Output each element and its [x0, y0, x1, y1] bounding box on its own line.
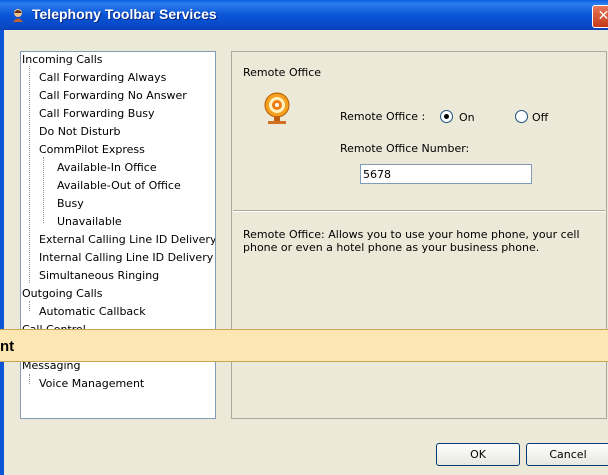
radio-on[interactable] [440, 110, 453, 123]
remote-office-icon [264, 92, 290, 124]
panel-divider [233, 210, 605, 212]
remote-office-number-input[interactable]: 5678 [360, 164, 532, 184]
window-frame-left [0, 30, 4, 475]
description-text: Remote Office: Allows you to use your ho… [243, 228, 580, 254]
ok-button[interactable]: OK [436, 443, 520, 466]
service-tree[interactable]: Incoming Calls Call Forwarding Always Ca… [20, 51, 216, 419]
window-title: Telephony Toolbar Services [32, 6, 217, 22]
tree-connector [29, 374, 30, 384]
app-icon [13, 9, 23, 22]
close-button[interactable]: ✕ [592, 5, 608, 28]
title-bar: Telephony Toolbar Services ✕ [0, 0, 608, 30]
overlay-banner: nt [0, 329, 608, 362]
tree-item-unavailable[interactable]: Unavailable [57, 215, 122, 228]
tree-item-voice-management[interactable]: Voice Management [39, 377, 144, 390]
tree-item-available-in-office[interactable]: Available-In Office [57, 161, 157, 174]
cancel-button[interactable]: Cancel [526, 443, 608, 466]
radio-off[interactable] [515, 110, 528, 123]
tree-item-call-forwarding-no-answer[interactable]: Call Forwarding No Answer [39, 89, 187, 102]
tree-item-internal-clid-delivery[interactable]: Internal Calling Line ID Delivery [39, 251, 213, 264]
tree-item-available-out-of-office[interactable]: Available-Out of Office [57, 179, 181, 192]
tree-item-automatic-callback[interactable]: Automatic Callback [39, 305, 146, 318]
tree-connector [29, 301, 30, 311]
tree-connector [43, 157, 44, 223]
tree-item-commpilot-express[interactable]: CommPilot Express [39, 143, 145, 156]
tree-item-call-forwarding-always[interactable]: Call Forwarding Always [39, 71, 166, 84]
remote-office-label: Remote Office : [340, 110, 426, 123]
remote-office-number-label: Remote Office Number: [340, 142, 470, 155]
tree-item-call-forwarding-busy[interactable]: Call Forwarding Busy [39, 107, 155, 120]
tree-item-outgoing-calls[interactable]: Outgoing Calls [22, 287, 102, 300]
tree-item-simultaneous-ringing[interactable]: Simultaneous Ringing [39, 269, 159, 282]
radio-on-label[interactable]: On [459, 111, 475, 124]
radio-off-label[interactable]: Off [532, 111, 548, 124]
banner-text: nt [0, 338, 15, 355]
tree-item-incoming-calls[interactable]: Incoming Calls [22, 53, 102, 66]
section-label: Remote Office [243, 66, 322, 79]
tree-connector [29, 66, 30, 283]
tree-item-external-clid-delivery[interactable]: External Calling Line ID Delivery [39, 233, 215, 246]
tree-item-busy[interactable]: Busy [57, 197, 84, 210]
tree-item-do-not-disturb[interactable]: Do Not Disturb [39, 125, 121, 138]
